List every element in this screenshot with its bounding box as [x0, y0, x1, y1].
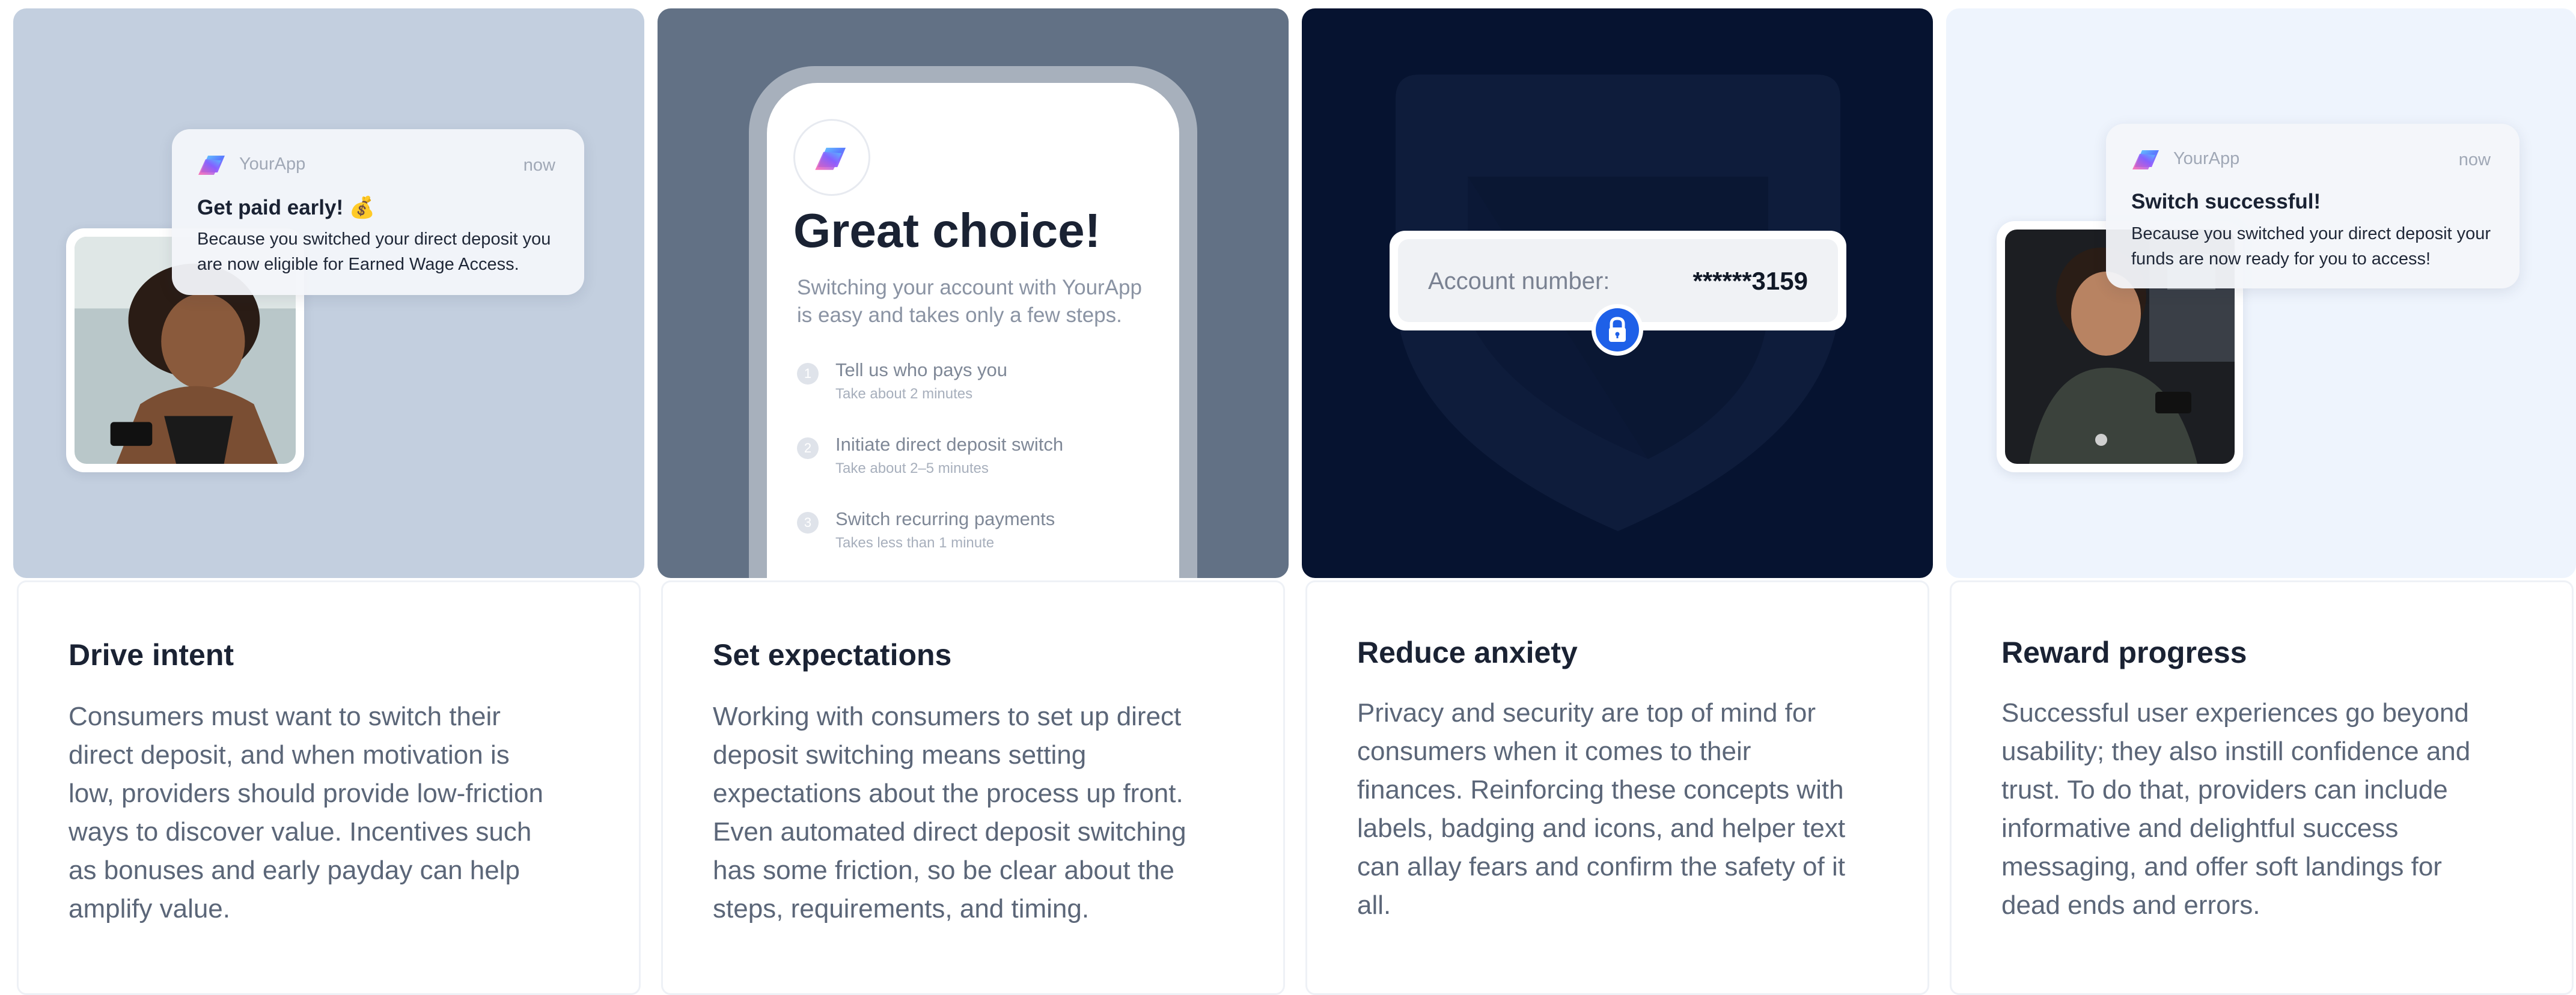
- card-text: Reward progress Successful user experien…: [1950, 580, 2574, 995]
- step-number: 1: [797, 363, 819, 385]
- card-title: Reward progress: [2001, 636, 2247, 669]
- phone-screen: Great choice! Switching your account wit…: [767, 83, 1179, 578]
- step-subtitle: Takes less than 1 minute: [835, 535, 995, 551]
- step-number: 2: [797, 437, 819, 459]
- card-title: Reduce anxiety: [1357, 636, 1578, 669]
- notification-body: Because you switched your direct deposit…: [197, 230, 551, 274]
- phone-subtitle: Switching your account with YourApp is e…: [797, 276, 1142, 327]
- step-title: Switch recurring payments: [835, 508, 1055, 529]
- card-body: Consumers must want to switch their dire…: [69, 702, 543, 923]
- card-visual: YourApp now Get paid early! 💰 Because yo…: [13, 8, 644, 578]
- notification-header: YourApp: [2131, 147, 2239, 171]
- card-text: Set expectations Working with consumers …: [661, 580, 1285, 995]
- notification-app-name: YourApp: [2173, 148, 2240, 168]
- card-title: Set expectations: [713, 638, 952, 672]
- card-set-expectations: Great choice! Switching your account wit…: [658, 0, 1289, 995]
- card-body: Privacy and security are top of mind for…: [1357, 698, 1846, 920]
- card-text: Reduce anxiety Privacy and security are …: [1305, 580, 1929, 995]
- card-reward-progress: YourApp now Switch successful! Because y…: [1946, 0, 2576, 995]
- app-logo-icon: [815, 147, 846, 170]
- card-text: Drive intent Consumers must want to swit…: [17, 580, 641, 995]
- app-logo-icon: [2132, 150, 2159, 169]
- notification-title: Switch successful!: [2131, 190, 2321, 213]
- step-subtitle: Take about 2 minutes: [835, 386, 973, 402]
- app-logo-icon: [198, 156, 225, 175]
- lock-circle: [1596, 308, 1639, 351]
- card-visual: Account number: ******3159: [1302, 8, 1933, 578]
- step-subtitle: Take about 2–5 minutes: [835, 460, 989, 476]
- notification-body: Because you switched your direct deposit…: [2131, 224, 2491, 269]
- app-icon-badge: [793, 119, 870, 196]
- step-number: 3: [797, 512, 819, 534]
- card-reduce-anxiety: Account number: ******3159 Reduce anxiet…: [1302, 0, 1933, 995]
- notification-time: now: [2458, 150, 2491, 169]
- notification-header: YourApp: [197, 152, 305, 176]
- account-value: ******3159: [1692, 267, 1808, 295]
- notification[interactable]: YourApp now Switch successful! Because y…: [2106, 124, 2520, 288]
- notification-title: Get paid early! 💰: [197, 196, 376, 219]
- lock-icon: [1609, 317, 1626, 342]
- notification-time: now: [523, 156, 555, 175]
- notification-app-name: YourApp: [239, 154, 306, 174]
- card-visual: Great choice! Switching your account wit…: [658, 8, 1289, 578]
- card-body: Successful user experiences go beyond us…: [2001, 698, 2471, 920]
- card-body: Working with consumers to set up direct …: [713, 702, 1186, 923]
- notification[interactable]: YourApp now Get paid early! 💰 Because yo…: [172, 129, 584, 295]
- card-drive-intent: YourApp now Get paid early! 💰 Because yo…: [13, 0, 644, 995]
- step-title: Tell us who pays you: [835, 359, 1008, 380]
- card-title: Drive intent: [69, 638, 234, 672]
- lock-badge: [1592, 304, 1643, 356]
- account-label: Account number:: [1428, 268, 1610, 294]
- step-title: Initiate direct deposit switch: [835, 434, 1064, 455]
- card-visual: YourApp now Switch successful! Because y…: [1946, 8, 2576, 578]
- phone-heading: Great choice!: [793, 204, 1101, 257]
